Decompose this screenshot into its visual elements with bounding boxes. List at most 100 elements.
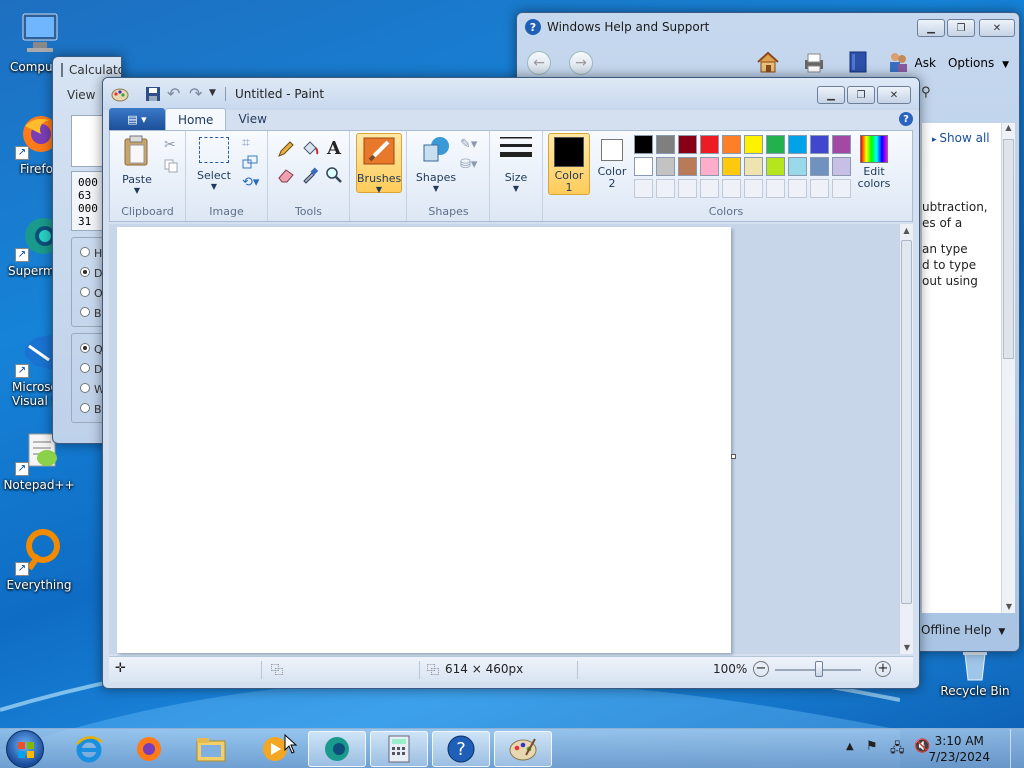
fill-icon[interactable]: ⛁▾ xyxy=(460,157,477,172)
rotate-icon[interactable]: ⟲▾ xyxy=(242,175,259,190)
palette-swatch[interactable] xyxy=(678,135,697,154)
paint-scroll-thumb[interactable] xyxy=(901,240,912,604)
palette-swatch[interactable] xyxy=(722,157,741,176)
palette-swatch[interactable] xyxy=(744,157,763,176)
palette-swatch[interactable] xyxy=(766,157,785,176)
redo-icon[interactable]: ↷ xyxy=(189,84,202,103)
palette-swatch[interactable] xyxy=(788,135,807,154)
tab-home[interactable]: Home xyxy=(165,108,227,130)
help-minimize-button[interactable]: ▁ xyxy=(917,19,945,37)
palette-empty-slot[interactable] xyxy=(722,179,741,198)
quick-access-dropdown-icon[interactable]: ▼ xyxy=(209,88,216,98)
color2-button[interactable]: Color 2 xyxy=(594,133,630,190)
fill-bucket-icon[interactable] xyxy=(300,139,320,159)
palette-swatch[interactable] xyxy=(700,135,719,154)
zoom-in-button[interactable]: + xyxy=(875,661,891,677)
brushes-button[interactable]: Brushes ▼ xyxy=(356,133,402,194)
paint-close-button[interactable]: ✕ xyxy=(877,86,911,104)
resize-icon[interactable] xyxy=(242,155,258,172)
calculator-menu-view[interactable]: View xyxy=(67,88,95,102)
color1-button[interactable]: Color 1 xyxy=(548,133,590,195)
help-scrollbar[interactable]: ▲ ▼ xyxy=(1001,123,1015,613)
pencil-icon[interactable] xyxy=(276,139,296,159)
magnifier-icon[interactable] xyxy=(324,165,344,185)
copy-icon[interactable] xyxy=(164,159,178,176)
action-center-icon[interactable]: ⚑ xyxy=(866,739,878,754)
help-ask-icon[interactable] xyxy=(887,50,909,77)
canvas-resize-handle[interactable] xyxy=(731,454,736,459)
help-show-all-link[interactable]: ▸ Show all xyxy=(932,131,990,145)
palette-swatch[interactable] xyxy=(744,135,763,154)
palette-swatch[interactable] xyxy=(700,157,719,176)
palette-empty-slot[interactable] xyxy=(788,179,807,198)
undo-icon[interactable]: ↶ xyxy=(167,84,180,103)
color-picker-icon[interactable] xyxy=(300,165,320,185)
palette-swatch[interactable] xyxy=(722,135,741,154)
palette-swatch[interactable] xyxy=(788,157,807,176)
palette-swatch[interactable] xyxy=(810,157,829,176)
desktop-icon-recycle-bin[interactable]: Recycle Bin xyxy=(938,646,1012,698)
paint-app-menu-button[interactable]: ▤ ▾ xyxy=(109,108,165,130)
help-home-icon[interactable] xyxy=(755,50,781,77)
taskbar-supermium-button[interactable] xyxy=(308,731,366,767)
help-close-button[interactable]: ✕ xyxy=(979,19,1015,37)
outline-icon[interactable]: ✎▾ xyxy=(460,137,477,152)
crop-icon[interactable]: ⌗ xyxy=(242,135,250,151)
palette-swatch[interactable] xyxy=(810,135,829,154)
scroll-down-icon[interactable]: ▼ xyxy=(1002,602,1016,611)
taskbar-clock[interactable]: 3:10 AM 7/23/2024 xyxy=(928,733,990,765)
scroll-up-icon[interactable]: ▲ xyxy=(1002,123,1015,132)
palette-empty-slot[interactable] xyxy=(832,179,851,198)
paint-maximize-button[interactable]: ❐ xyxy=(847,86,875,104)
taskbar-help-button[interactable]: ? xyxy=(432,731,490,767)
palette-empty-slot[interactable] xyxy=(634,179,653,198)
scroll-up-icon[interactable]: ▲ xyxy=(900,226,913,235)
taskbar-paint-button[interactable] xyxy=(494,731,552,767)
palette-empty-slot[interactable] xyxy=(678,179,697,198)
palette-swatch[interactable] xyxy=(832,157,851,176)
palette-empty-slot[interactable] xyxy=(766,179,785,198)
zoom-slider-thumb[interactable] xyxy=(815,661,823,677)
start-button[interactable] xyxy=(6,730,44,768)
palette-swatch[interactable] xyxy=(678,157,697,176)
desktop-icon-everything[interactable]: ↗ Everything xyxy=(2,528,76,592)
help-options-menu[interactable]: Options ▼ xyxy=(948,56,1009,70)
taskbar-firefox-button[interactable] xyxy=(120,731,178,767)
palette-empty-slot[interactable] xyxy=(700,179,719,198)
taskbar-explorer-button[interactable] xyxy=(182,731,240,767)
taskbar-ie-button[interactable] xyxy=(60,731,118,767)
drawing-canvas[interactable] xyxy=(117,227,731,653)
paint-titlebar[interactable]: ↶ ↷ ▼ Untitled - Paint ▁ ❐ ✕ xyxy=(103,78,919,110)
paint-help-icon[interactable]: ? xyxy=(899,112,913,126)
help-back-button[interactable]: ← xyxy=(527,51,551,75)
paste-button[interactable]: Paste ▼ xyxy=(116,135,158,195)
palette-swatch[interactable] xyxy=(656,157,675,176)
shapes-button[interactable]: Shapes ▼ xyxy=(414,135,458,193)
help-print-icon[interactable] xyxy=(801,50,827,77)
paint-vertical-scrollbar[interactable]: ▲ ▼ xyxy=(899,224,913,654)
save-icon[interactable] xyxy=(145,86,161,105)
palette-swatch[interactable] xyxy=(832,135,851,154)
palette-swatch[interactable] xyxy=(766,135,785,154)
help-browse-icon[interactable] xyxy=(847,50,869,77)
help-search-button[interactable]: ⚲ xyxy=(921,85,935,101)
scroll-down-icon[interactable]: ▼ xyxy=(900,643,914,652)
edit-colors-button[interactable]: Edit colors xyxy=(852,133,896,190)
palette-swatch[interactable] xyxy=(634,157,653,176)
tab-view[interactable]: View xyxy=(226,108,278,130)
help-maximize-button[interactable]: ❐ xyxy=(947,19,975,37)
help-forward-button[interactable]: → xyxy=(569,51,593,75)
palette-empty-slot[interactable] xyxy=(744,179,763,198)
network-icon[interactable]: 🖧 xyxy=(890,739,905,761)
select-button[interactable]: Select ▼ xyxy=(192,137,236,191)
paint-window[interactable]: ↶ ↷ ▼ Untitled - Paint ▁ ❐ ✕ ▤ ▾ Home Vi… xyxy=(102,77,920,689)
taskbar-calculator-button[interactable] xyxy=(370,731,428,767)
text-icon[interactable]: A xyxy=(324,139,344,159)
palette-swatch[interactable] xyxy=(634,135,653,154)
size-button[interactable]: Size ▼ xyxy=(496,135,536,193)
help-offline-status[interactable]: Offline Help ▼ xyxy=(921,623,1005,637)
show-desktop-button[interactable] xyxy=(1010,729,1024,768)
eraser-icon[interactable] xyxy=(276,165,296,185)
cut-icon[interactable]: ✂ xyxy=(164,137,176,153)
palette-empty-slot[interactable] xyxy=(656,179,675,198)
